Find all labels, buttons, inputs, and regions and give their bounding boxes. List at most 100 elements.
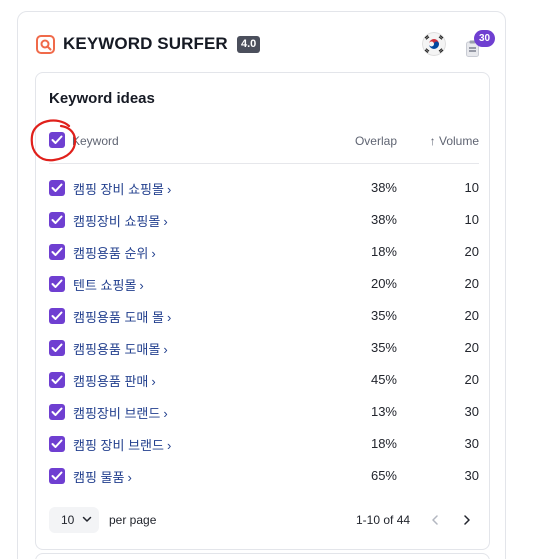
page-size-value: 10: [61, 513, 75, 527]
volume-value: 10: [464, 180, 479, 195]
volume-value: 30: [464, 468, 479, 483]
previous-page-button[interactable]: [422, 507, 448, 533]
keyword-text: 캠핑장비 쇼핑몰: [73, 214, 161, 229]
keyword-link[interactable]: 캠핑용품 판매 ›: [73, 371, 156, 390]
table-row: 텐트 쇼핑몰 › 20% 20: [49, 268, 479, 300]
column-header-keyword[interactable]: Keyword: [72, 134, 119, 148]
checkmark-icon: [51, 407, 63, 416]
credits-button[interactable]: 30: [460, 29, 495, 63]
keyword-link[interactable]: 캠핑 물품 ›: [73, 467, 132, 486]
keyword-link[interactable]: 캠핑 장비 쇼핑몰 ›: [73, 179, 171, 198]
credits-badge: 30: [474, 30, 495, 47]
keyword-text: 캠핑 장비 쇼핑몰: [73, 182, 164, 197]
page-size-select[interactable]: 10: [49, 507, 99, 533]
checkmark-icon: [51, 439, 63, 448]
row-checkbox[interactable]: [49, 276, 65, 292]
column-header-overlap[interactable]: Overlap: [355, 134, 397, 148]
chevron-right-icon: ›: [163, 406, 168, 421]
checkmark-icon: [51, 343, 63, 352]
keyword-text: 캠핑 물품: [73, 470, 125, 485]
volume-value: 20: [464, 340, 479, 355]
volume-value: 20: [464, 244, 479, 259]
chevron-right-icon: ›: [139, 278, 144, 293]
country-selector[interactable]: [422, 32, 446, 56]
keyword-surfer-card: KEYWORD SURFER 4.0 30 Keyword ideas Keyw…: [17, 11, 506, 559]
overlap-value: 35%: [370, 340, 397, 355]
table-row: 캠핑 장비 쇼핑몰 › 38% 10: [49, 172, 479, 204]
keyword-link[interactable]: 캠핑용품 도매 몰 ›: [73, 307, 171, 326]
table-row: 캠핑 물품 › 65% 30: [49, 460, 479, 492]
checkmark-icon: [51, 183, 63, 192]
overlap-value: 35%: [370, 308, 397, 323]
table-row: 캠핑장비 쇼핑몰 › 38% 10: [49, 204, 479, 236]
version-badge: 4.0: [237, 36, 261, 53]
keyword-link[interactable]: 캠핑장비 쇼핑몰 ›: [73, 211, 168, 230]
checkmark-icon: [51, 135, 63, 144]
overlap-value: 38%: [370, 212, 397, 227]
chevron-right-icon: ›: [127, 470, 132, 485]
chevron-right-icon: ›: [166, 182, 172, 197]
keyword-ideas-panel: Keyword ideas Keyword Overlap ↑ Volume 캠…: [35, 72, 490, 550]
keyword-list: 캠핑 장비 쇼핑몰 › 38% 10 캠핑장비 쇼핑몰 › 38% 10 캠핑용품 …: [49, 172, 479, 492]
brand-name: KEYWORD SURFER: [63, 34, 228, 53]
row-checkbox[interactable]: [49, 212, 65, 228]
chevron-down-icon: [82, 516, 92, 522]
south-korea-flag-icon: [422, 32, 446, 56]
keyword-link[interactable]: 캠핑용품 도매몰 ›: [73, 339, 168, 358]
next-page-button[interactable]: [454, 507, 480, 533]
table-row: 캠핑 장비 브랜드 › 18% 30: [49, 428, 479, 460]
pagination-bar: 10 per page 1-10 of 44: [49, 507, 479, 533]
checkmark-icon: [51, 375, 63, 384]
chevron-right-icon: ›: [166, 438, 172, 453]
keyword-link[interactable]: 텐트 쇼핑몰 ›: [73, 275, 144, 294]
table-row: 캠핑장비 브랜드 › 13% 30: [49, 396, 479, 428]
row-checkbox[interactable]: [49, 468, 65, 484]
overlap-value: 65%: [370, 468, 397, 483]
select-all-checkbox[interactable]: [49, 132, 65, 148]
pagination-range: 1-10 of 44: [356, 513, 411, 527]
row-checkbox[interactable]: [49, 308, 65, 324]
keyword-text: 캠핑 장비 브랜드: [73, 438, 164, 453]
column-header-volume[interactable]: ↑ Volume: [430, 134, 479, 148]
overlap-value: 18%: [370, 436, 397, 451]
row-checkbox[interactable]: [49, 404, 65, 420]
table-row: 캠핑용품 순위 › 18% 20: [49, 236, 479, 268]
keyword-text: 캠핑장비 브랜드: [73, 406, 161, 421]
keyword-link[interactable]: 캠핑장비 브랜드 ›: [73, 403, 168, 422]
row-checkbox[interactable]: [49, 340, 65, 356]
keyword-link[interactable]: 캠핑용품 순위 ›: [73, 243, 156, 262]
volume-value: 10: [464, 212, 479, 227]
volume-value: 30: [464, 404, 479, 419]
row-checkbox[interactable]: [49, 180, 65, 196]
row-checkbox[interactable]: [49, 372, 65, 388]
keyword-text: 텐트 쇼핑몰: [73, 278, 137, 293]
keyword-text: 캠핑용품 도매몰: [73, 342, 161, 357]
keyword-link[interactable]: 캠핑 장비 브랜드 ›: [73, 435, 171, 454]
checkmark-icon: [51, 215, 63, 224]
per-page-label: per page: [109, 513, 157, 527]
volume-value: 30: [464, 436, 479, 451]
volume-value: 20: [464, 308, 479, 323]
checkmark-icon: [51, 471, 63, 480]
chevron-right-icon: ›: [163, 214, 168, 229]
checkmark-icon: [51, 279, 63, 288]
overlap-value: 38%: [370, 180, 397, 195]
keyword-text: 캠핑용품 도매 몰: [73, 310, 164, 325]
checkmark-icon: [51, 311, 63, 320]
keyword-surfer-logo-icon: [36, 35, 55, 54]
row-checkbox[interactable]: [49, 436, 65, 452]
next-section-card: [35, 553, 490, 559]
row-checkbox[interactable]: [49, 244, 65, 260]
chevron-right-icon: ›: [151, 374, 156, 389]
table-row: 캠핑용품 판매 › 45% 20: [49, 364, 479, 396]
panel-title: Keyword ideas: [49, 90, 155, 107]
chevron-right-icon: ›: [151, 246, 156, 261]
table-header: Keyword Overlap ↑ Volume: [49, 130, 479, 164]
chevron-right-icon: ›: [166, 310, 172, 325]
keyword-text: 캠핑용품 순위: [73, 246, 149, 261]
checkmark-icon: [51, 247, 63, 256]
chevron-left-icon: [432, 515, 438, 525]
volume-value: 20: [464, 276, 479, 291]
chevron-right-icon: ›: [163, 342, 168, 357]
overlap-value: 20%: [370, 276, 397, 291]
